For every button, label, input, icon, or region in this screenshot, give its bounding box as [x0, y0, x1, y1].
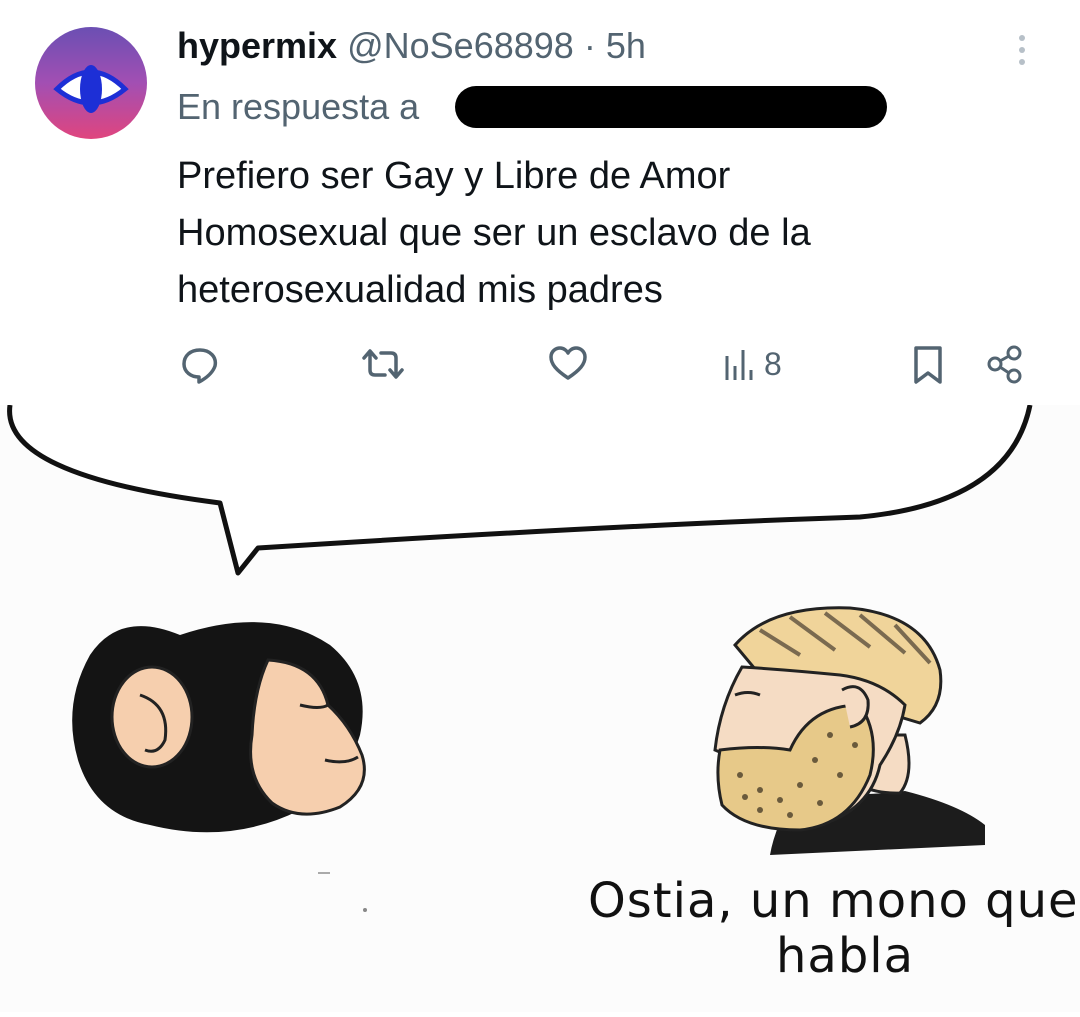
tweet[interactable]: hypermix @NoSe68898 · 5h En respuesta a …	[0, 0, 1080, 405]
user-handle[interactable]: @NoSe68898	[347, 25, 574, 66]
tweet-text-line: Prefiero ser Gay y Libre de Amor	[177, 155, 731, 197]
reply-prefix: En respuesta a	[177, 86, 420, 127]
meme-caption-line1: Ostia, un mono que	[588, 875, 1079, 927]
heart-icon	[549, 346, 587, 380]
tweet-text-line: Homosexual que ser un esclavo de la	[177, 212, 811, 254]
speech-bubble	[7, 404, 1033, 576]
timestamp[interactable]: 5h	[606, 25, 646, 66]
like-button[interactable]	[546, 338, 590, 390]
reply-button[interactable]	[178, 338, 222, 390]
views-chart-icon	[725, 350, 753, 380]
more-options-button[interactable]	[1000, 28, 1044, 72]
meme-image[interactable]: Ostia, un mono que habla	[0, 404, 1080, 1012]
reply-context: En respuesta a	[177, 84, 419, 130]
views-button[interactable]: 8	[722, 338, 782, 390]
eye-logo-icon	[53, 65, 129, 113]
tweet-text-line: heterosexualidad mis padres	[177, 269, 663, 311]
avatar[interactable]	[35, 27, 147, 139]
chad-head	[713, 606, 985, 855]
tweet-text: Prefiero ser Gay y Libre de Amor Homosex…	[177, 148, 1047, 319]
bookmark-icon	[914, 346, 942, 384]
more-vertical-icon	[1019, 35, 1025, 65]
retweet-button[interactable]	[358, 338, 408, 390]
bookmark-button[interactable]	[908, 338, 948, 390]
action-bar: 8	[0, 338, 1080, 390]
meme-caption-line2: habla	[776, 928, 915, 984]
chimp-head	[72, 622, 366, 833]
retweet-icon	[362, 349, 404, 379]
username[interactable]: hypermix	[177, 25, 337, 66]
views-count: 8	[764, 345, 782, 382]
redacted-reply-target	[455, 86, 887, 128]
comment-icon	[182, 348, 218, 384]
share-icon	[987, 345, 1022, 384]
share-button[interactable]	[984, 338, 1028, 390]
tweet-header: hypermix @NoSe68898 · 5h	[177, 22, 646, 70]
separator: ·	[583, 25, 596, 66]
